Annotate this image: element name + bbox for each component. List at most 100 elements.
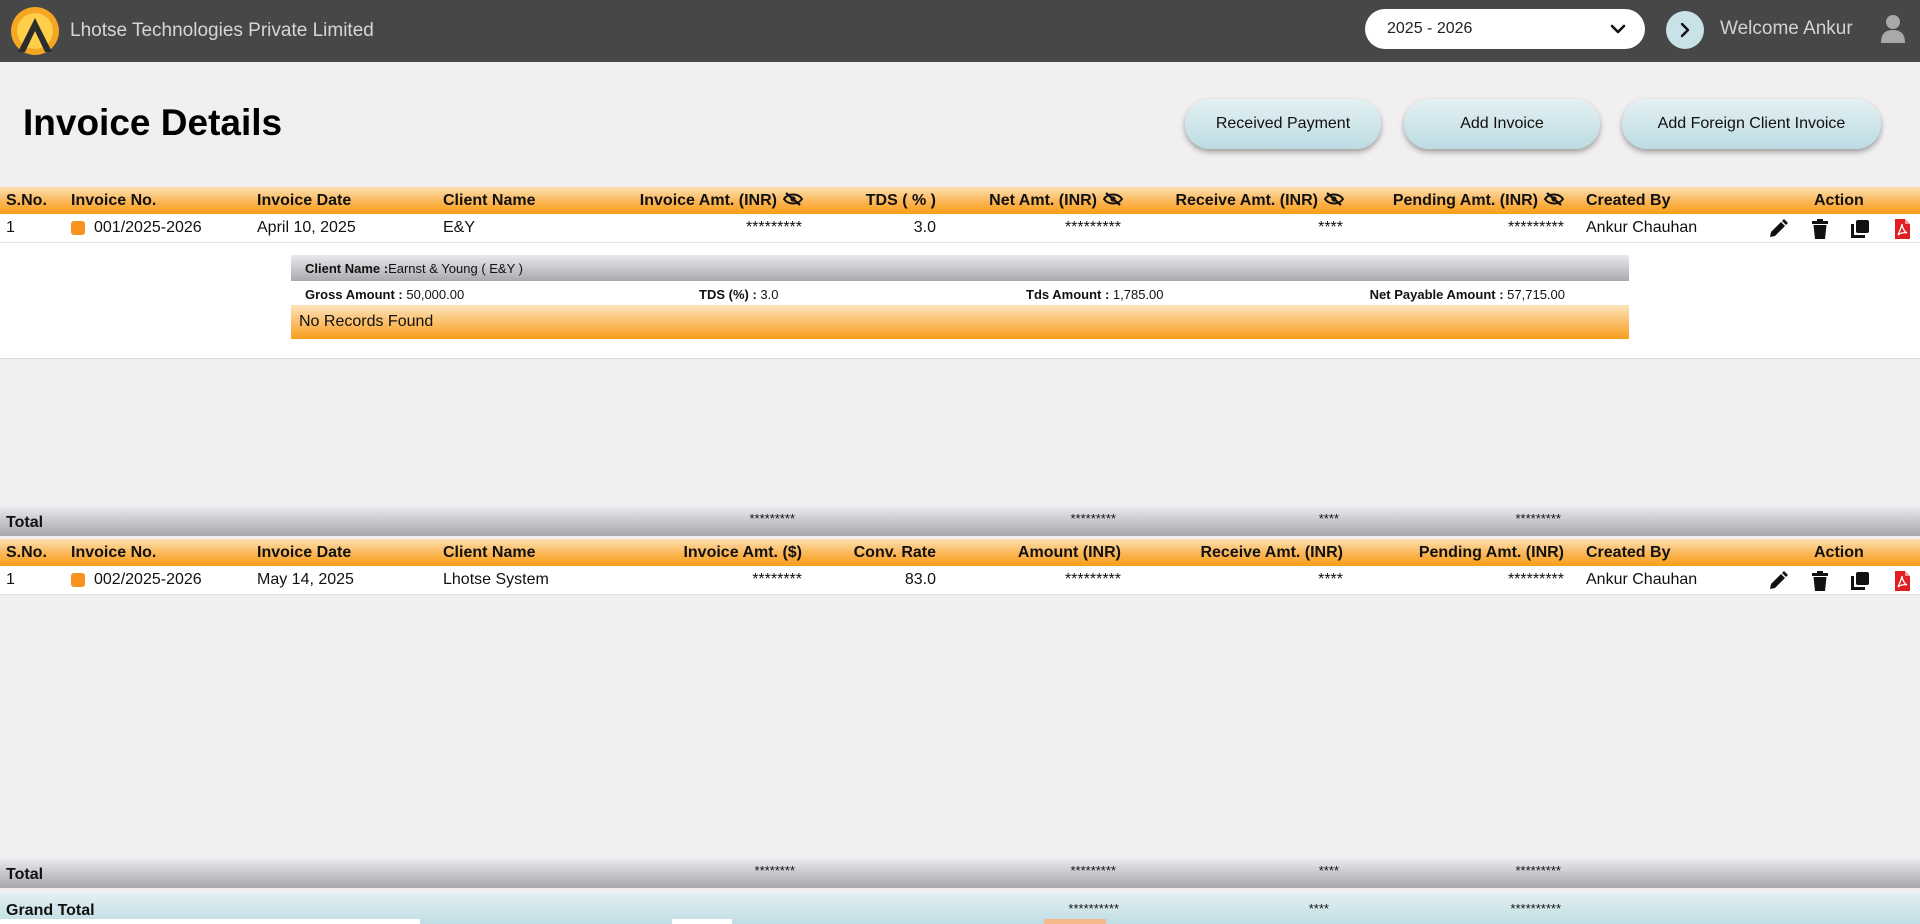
domestic-table-header: S.No. Invoice No. Invoice Date Client Na…	[0, 187, 1920, 214]
welcome-text: Welcome Ankur	[1720, 18, 1853, 39]
col-created-by: Created By	[1586, 192, 1671, 209]
row-receive-amt: ****	[1318, 571, 1343, 588]
pdf-icon[interactable]	[1892, 219, 1912, 239]
row-client-name: E&Y	[443, 219, 476, 236]
row-sno: 1	[6, 219, 15, 236]
company-logo[interactable]	[8, 6, 62, 56]
copy-icon[interactable]	[1850, 571, 1870, 591]
col-pending-amt: Pending Amt. (INR)	[1418, 544, 1564, 561]
table-row[interactable]: 1 002/2025-2026 May 14, 2025 Lhotse Syst…	[0, 566, 1920, 595]
col-net-amt: Net Amt. (INR)	[989, 192, 1123, 210]
detail-net-payable-value: 57,715.00	[1507, 287, 1565, 302]
foreign-total-row: Total ******** ********* **** *********	[0, 857, 1920, 888]
col-action: Action	[1814, 192, 1864, 209]
detail-gross-label: Gross Amount :	[305, 287, 403, 302]
col-created-by: Created By	[1586, 544, 1671, 561]
total-pending-amt: *********	[1515, 511, 1561, 526]
total-amount-inr: *********	[1070, 863, 1116, 878]
grand-total-label: Grand Total	[6, 902, 95, 919]
grand-total-row: Grand Total ********** **** **********	[0, 893, 1920, 924]
edit-pencil-icon[interactable]	[1768, 571, 1788, 591]
col-receive-amt: Receive Amt. (INR)	[1200, 544, 1343, 561]
eye-slash-icon[interactable]	[1324, 192, 1344, 206]
copy-icon[interactable]	[1850, 219, 1870, 239]
total-receive-amt: ****	[1318, 511, 1339, 526]
status-indicator	[71, 573, 85, 587]
col-tds: TDS ( % )	[865, 192, 936, 209]
no-records-message: No Records Found	[291, 305, 1629, 339]
bottom-strip	[672, 919, 732, 924]
row-invoice-no[interactable]: 002/2025-2026	[94, 571, 202, 589]
grand-total-receive-amt: ****	[1308, 901, 1329, 916]
received-payment-button[interactable]: Received Payment	[1185, 99, 1381, 149]
detail-client-label: Client Name :	[305, 261, 389, 276]
col-invoice-date: Invoice Date	[257, 192, 352, 209]
total-invoice-amt: *********	[749, 511, 795, 526]
detail-net-payable-label: Net Payable Amount :	[1369, 287, 1504, 302]
col-client-name: Client Name	[443, 192, 536, 209]
eye-slash-icon[interactable]	[1103, 192, 1123, 206]
detail-client-value: Earnst & Young ( E&Y )	[388, 261, 523, 276]
status-indicator	[71, 221, 85, 235]
row-conv-rate: 83.0	[904, 571, 936, 588]
row-created-by: Ankur Chauhan	[1586, 571, 1698, 588]
eye-slash-icon[interactable]	[1544, 192, 1564, 206]
col-invoice-amt: Invoice Amt. (INR)	[640, 192, 803, 210]
go-button[interactable]	[1666, 11, 1704, 49]
detail-gross: Gross Amount : 50,000.00	[305, 287, 464, 302]
add-foreign-client-invoice-button[interactable]: Add Foreign Client Invoice	[1622, 99, 1881, 149]
total-label: Total	[6, 514, 44, 531]
col-invoice-amt-usd: Invoice Amt. ($)	[683, 544, 802, 561]
row-net-amt: *********	[1064, 219, 1121, 236]
col-pending-amt-label: Pending Amt. (INR)	[1392, 192, 1538, 209]
row-client-name: Lhotse System	[443, 571, 549, 588]
financial-year-select[interactable]: 2025 - 2026	[1365, 9, 1645, 49]
row-invoice-date: May 14, 2025	[257, 571, 354, 588]
col-action: Action	[1814, 544, 1864, 561]
detail-client-header: Client Name :Earnst & Young ( E&Y )	[291, 255, 1629, 281]
total-label: Total	[6, 866, 44, 883]
detail-tds-label: TDS (%) :	[699, 287, 757, 302]
bottom-strip	[1044, 919, 1106, 924]
delete-trash-icon[interactable]	[1810, 571, 1830, 591]
col-client-name: Client Name	[443, 544, 536, 561]
detail-tds-value: 3.0	[760, 287, 779, 302]
financial-year-value: 2025 - 2026	[1387, 20, 1473, 37]
col-receive-amt: Receive Amt. (INR)	[1175, 192, 1344, 210]
grand-total-net-amt: **********	[1068, 901, 1119, 916]
total-net-amt: *********	[1070, 511, 1116, 526]
detail-tds-amount: Tds Amount : 1,785.00	[1026, 287, 1164, 302]
row-invoice-date: April 10, 2025	[257, 219, 356, 236]
row-invoice-amt-usd: ********	[752, 571, 802, 588]
edit-pencil-icon[interactable]	[1768, 219, 1788, 239]
detail-tds: TDS (%) : 3.0	[699, 287, 778, 302]
detail-gross-value: 50,000.00	[406, 287, 465, 302]
eye-slash-icon[interactable]	[783, 192, 803, 206]
col-invoice-amt-label: Invoice Amt. (INR)	[639, 192, 777, 209]
col-pending-amt: Pending Amt. (INR)	[1393, 192, 1564, 210]
grand-total-pending-amt: **********	[1510, 901, 1561, 916]
chevron-right-icon	[1680, 22, 1690, 38]
pdf-icon[interactable]	[1892, 571, 1912, 591]
row-tds: 3.0	[913, 219, 936, 236]
add-invoice-button[interactable]: Add Invoice	[1404, 99, 1600, 149]
col-sno: S.No.	[6, 544, 47, 561]
detail-amounts: Gross Amount : 50,000.00 TDS (%) : 3.0 T…	[291, 283, 1629, 305]
delete-trash-icon[interactable]	[1810, 219, 1830, 239]
table-row[interactable]: 1 001/2025-2026 April 10, 2025 E&Y *****…	[0, 214, 1920, 243]
total-invoice-amt-usd: ********	[754, 863, 795, 878]
row-receive-amt: ****	[1318, 219, 1343, 236]
row-amount-inr: *********	[1064, 571, 1121, 588]
row-invoice-no[interactable]: 001/2025-2026	[94, 219, 202, 237]
detail-tds-amount-label: Tds Amount :	[1026, 287, 1110, 302]
row-pending-amt: *********	[1507, 571, 1564, 588]
user-avatar-icon[interactable]	[1880, 14, 1906, 44]
col-invoice-date: Invoice Date	[257, 544, 352, 561]
top-navbar: Lhotse Technologies Private Limited 2025…	[0, 0, 1920, 62]
col-sno: S.No.	[6, 192, 47, 209]
col-amount-inr: Amount (INR)	[1017, 544, 1121, 561]
total-pending-amt: *********	[1515, 863, 1561, 878]
total-receive-amt: ****	[1318, 863, 1339, 878]
company-name: Lhotse Technologies Private Limited	[70, 20, 374, 41]
col-net-amt-label: Net Amt. (INR)	[989, 192, 1097, 209]
